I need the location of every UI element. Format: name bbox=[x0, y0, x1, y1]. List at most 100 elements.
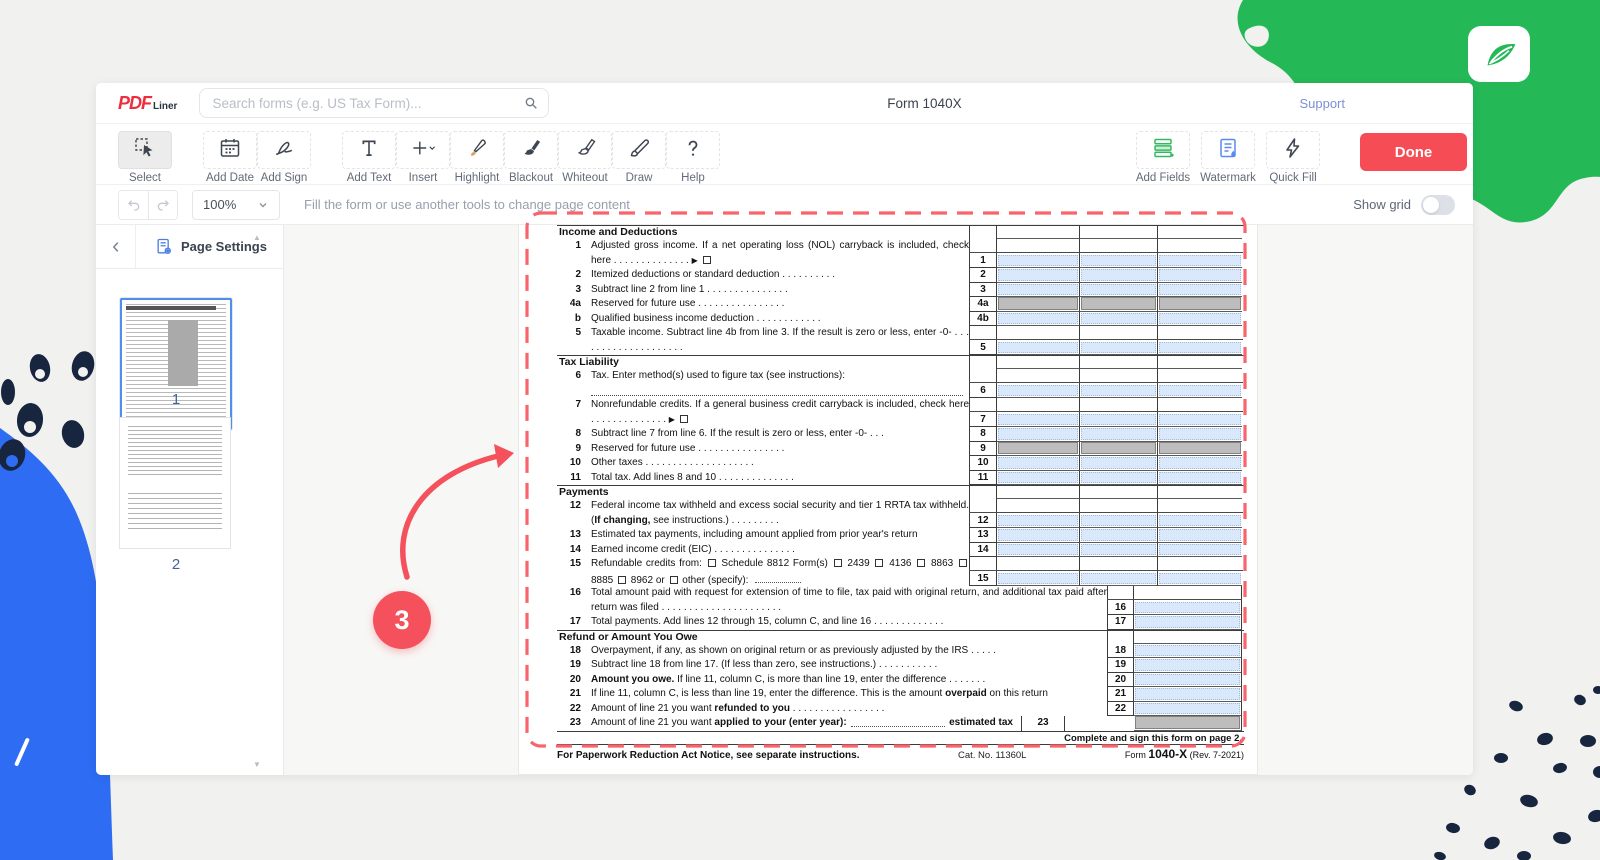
form-field-5-b[interactable] bbox=[1081, 342, 1156, 354]
form-field-4b-b[interactable] bbox=[1081, 313, 1156, 325]
toolbar-left-group: Select Add DateAdd Sign Add TextInsertHigh… bbox=[118, 131, 720, 184]
form-field-9-c[interactable] bbox=[1159, 442, 1241, 455]
form-field-12-b[interactable] bbox=[1081, 515, 1156, 527]
form-field-10-a[interactable] bbox=[998, 457, 1078, 469]
checkbox-icon[interactable] bbox=[680, 415, 688, 423]
checkbox-icon[interactable] bbox=[670, 576, 678, 584]
form-field-17[interactable] bbox=[1135, 616, 1240, 628]
form-field-11-a[interactable] bbox=[998, 472, 1078, 484]
form-field-6-b[interactable] bbox=[1081, 385, 1156, 397]
form-field-12-a[interactable] bbox=[998, 515, 1078, 527]
tool-add-date[interactable]: Add Date bbox=[203, 131, 257, 184]
done-button[interactable]: Done bbox=[1360, 133, 1467, 171]
form-field-12-c[interactable] bbox=[1159, 515, 1241, 527]
pdfliner-logo[interactable]: PDF Liner bbox=[118, 93, 177, 114]
tool-help[interactable]: Help bbox=[666, 131, 720, 184]
form-field-10-b[interactable] bbox=[1081, 457, 1156, 469]
form-field-9-a[interactable] bbox=[998, 442, 1078, 455]
form-field-18[interactable] bbox=[1135, 645, 1240, 657]
form-field-7-a[interactable] bbox=[998, 414, 1078, 426]
tool-select[interactable]: Select bbox=[118, 131, 172, 184]
tool-add-sign[interactable]: Add Sign bbox=[257, 131, 311, 184]
checkbox-icon[interactable] bbox=[875, 559, 883, 567]
form-field-6-a[interactable] bbox=[998, 385, 1078, 397]
form-field-14-b[interactable] bbox=[1081, 544, 1156, 556]
checkbox-icon[interactable] bbox=[618, 576, 626, 584]
form-field-23[interactable] bbox=[1135, 716, 1240, 729]
checkbox-icon[interactable] bbox=[834, 559, 842, 567]
form-field-2-c[interactable] bbox=[1159, 269, 1241, 281]
tool-insert[interactable]: Insert bbox=[396, 131, 450, 184]
form-field-21[interactable] bbox=[1135, 688, 1240, 700]
form-field-8-c[interactable] bbox=[1159, 428, 1241, 440]
form-field-13-b[interactable] bbox=[1081, 529, 1156, 541]
tool-highlight[interactable]: Highlight bbox=[450, 131, 504, 184]
form-field-8-b[interactable] bbox=[1081, 428, 1156, 440]
checkbox-icon[interactable] bbox=[708, 559, 716, 567]
form-field-5-a[interactable] bbox=[998, 342, 1078, 354]
scroll-up-arrow[interactable]: ▲ bbox=[253, 233, 261, 242]
form-field-16[interactable] bbox=[1135, 602, 1240, 614]
page-thumbnail-1[interactable] bbox=[120, 298, 232, 430]
form-field-11-c[interactable] bbox=[1159, 472, 1241, 484]
support-link[interactable]: Support bbox=[1299, 96, 1345, 111]
form-field-1-c[interactable] bbox=[1159, 255, 1241, 267]
form-field-15-a[interactable] bbox=[998, 573, 1078, 585]
form-field-4b-a[interactable] bbox=[998, 313, 1078, 325]
form-field-2-b[interactable] bbox=[1081, 269, 1156, 281]
form-field-4b-c[interactable] bbox=[1159, 313, 1241, 325]
form-field-10-c[interactable] bbox=[1159, 457, 1241, 469]
show-grid-toggle[interactable] bbox=[1421, 195, 1455, 215]
tool-quick-fill[interactable]: Quick Fill bbox=[1266, 131, 1320, 184]
form-field-3-c[interactable] bbox=[1159, 284, 1241, 296]
search-input[interactable] bbox=[199, 88, 549, 118]
scroll-down-arrow[interactable]: ▼ bbox=[253, 760, 261, 769]
form-field-7-c[interactable] bbox=[1159, 414, 1241, 426]
tool-whiteout[interactable]: Whiteout bbox=[558, 131, 612, 184]
form-field-20[interactable] bbox=[1135, 674, 1240, 686]
form-field-3-b[interactable] bbox=[1081, 284, 1156, 296]
form-field-4a-b[interactable] bbox=[1081, 297, 1156, 310]
tool-watermark[interactable]: Watermark bbox=[1201, 131, 1255, 184]
form-field-13-c[interactable] bbox=[1159, 529, 1241, 541]
form-field-8-a[interactable] bbox=[998, 428, 1078, 440]
arrow-pointer-icon: ▶ bbox=[692, 256, 698, 265]
form-field-14-a[interactable] bbox=[998, 544, 1078, 556]
zoom-select[interactable]: 100% bbox=[192, 190, 280, 220]
search-icon[interactable] bbox=[523, 95, 539, 111]
form-field-3-a[interactable] bbox=[998, 284, 1078, 296]
form-field-6-c[interactable] bbox=[1159, 385, 1241, 397]
tool-draw[interactable]: Draw bbox=[612, 131, 666, 184]
specify-blank-field[interactable] bbox=[755, 572, 801, 583]
form-field-15-b[interactable] bbox=[1081, 573, 1156, 585]
form-field-5-c[interactable] bbox=[1159, 342, 1241, 354]
checkbox-icon[interactable] bbox=[917, 559, 925, 567]
form-field-4a-c[interactable] bbox=[1159, 297, 1241, 310]
form-field-9-b[interactable] bbox=[1081, 442, 1156, 455]
enter-year-blank[interactable] bbox=[851, 716, 945, 727]
redo-button[interactable] bbox=[148, 191, 177, 219]
form-field-19[interactable] bbox=[1135, 659, 1240, 671]
form-field-7-b[interactable] bbox=[1081, 414, 1156, 426]
form-field-1-b[interactable] bbox=[1081, 255, 1156, 267]
collapse-sidebar-button[interactable] bbox=[96, 225, 136, 269]
form-field-2-a[interactable] bbox=[998, 269, 1078, 281]
form-field-15-c[interactable] bbox=[1159, 573, 1241, 585]
watermark-icon bbox=[1216, 136, 1240, 165]
checkbox-icon[interactable] bbox=[959, 559, 967, 567]
form-field-1-a[interactable] bbox=[998, 255, 1078, 267]
tool-add-text[interactable]: Add Text bbox=[342, 131, 396, 184]
sidebar-header: Page Settings bbox=[96, 225, 283, 269]
form-field-14-c[interactable] bbox=[1159, 544, 1241, 556]
page-thumbnail-2[interactable] bbox=[120, 418, 230, 548]
undo-button[interactable] bbox=[119, 191, 148, 219]
form-field-22[interactable] bbox=[1135, 703, 1240, 715]
tool-add-fields[interactable]: Add Fields bbox=[1136, 131, 1190, 184]
checkbox-icon[interactable] bbox=[703, 256, 711, 264]
form-line-5: 5Taxable income. Subtract line 4b from l… bbox=[557, 326, 1244, 355]
form-field-11-b[interactable] bbox=[1081, 472, 1156, 484]
tool-blackout[interactable]: Blackout bbox=[504, 131, 558, 184]
form-field-4a-a[interactable] bbox=[998, 297, 1078, 310]
form-field-13-a[interactable] bbox=[998, 529, 1078, 541]
page-settings-button[interactable]: Page Settings bbox=[154, 237, 267, 257]
